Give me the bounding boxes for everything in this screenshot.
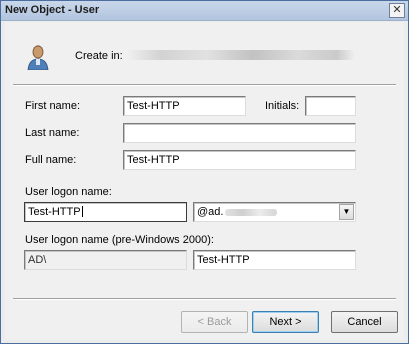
footer-separator [13, 298, 396, 300]
upn-suffix-dropdown[interactable]: @ad. ▼ [193, 202, 356, 222]
pre2000-label: User logon name (pre-Windows 2000): [25, 234, 214, 246]
first-name-field[interactable]: Test-HTTP [123, 96, 246, 116]
close-icon: ✕ [392, 4, 402, 16]
full-name-field[interactable]: Test-HTTP [123, 150, 356, 170]
full-name-label: Full name: [25, 154, 77, 166]
chevron-down-icon[interactable]: ▼ [339, 204, 354, 220]
next-button[interactable]: Next > [252, 311, 319, 333]
cancel-button[interactable]: Cancel [331, 311, 398, 333]
last-name-label: Last name: [25, 127, 80, 139]
logon-name-field[interactable]: Test-HTTP [24, 202, 187, 222]
upn-suffix-value: @ad. [197, 206, 224, 218]
initials-field[interactable] [305, 96, 356, 116]
header-separator [13, 84, 396, 86]
window-title: New Object - User [5, 4, 100, 16]
logon-name-label: User logon name: [25, 186, 112, 198]
first-name-label: First name: [25, 100, 81, 112]
new-object-user-dialog: New Object - User ✕ Create in: First nam… [0, 0, 409, 344]
dialog-body: Create in: First name: Test-HTTP Initial… [5, 22, 404, 340]
pre2000-domain-field: AD\ [24, 250, 187, 270]
user-icon [27, 45, 49, 70]
text-caret [81, 206, 83, 217]
title-bar[interactable]: New Object - User ✕ [1, 1, 408, 21]
upn-domain-redacted [225, 209, 278, 216]
create-in-label: Create in: [75, 50, 123, 62]
logon-name-value: Test-HTTP [28, 206, 81, 218]
create-in-path-redacted [127, 50, 355, 60]
back-button[interactable]: < Back [181, 311, 248, 333]
initials-label: Initials: [265, 100, 300, 112]
last-name-field[interactable] [123, 123, 356, 143]
pre2000-logon-field[interactable]: Test-HTTP [193, 250, 356, 270]
close-button[interactable]: ✕ [389, 3, 405, 18]
